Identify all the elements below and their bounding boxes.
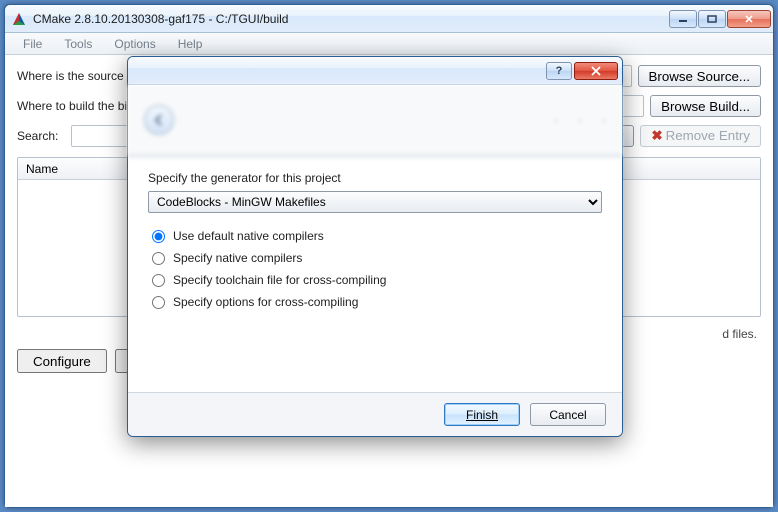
generator-select[interactable]: CodeBlocks - MinGW Makefiles (148, 191, 602, 213)
radio-native-compilers[interactable]: Specify native compilers (148, 247, 602, 269)
minimize-button[interactable] (669, 10, 697, 28)
radio-native-compilers-label: Specify native compilers (173, 251, 302, 265)
window-system-buttons (668, 10, 771, 28)
finish-button[interactable]: Finish (444, 403, 520, 426)
menu-file[interactable]: File (13, 35, 52, 53)
remove-entry-button: ✖ Remove Entry (640, 125, 761, 147)
dialog-titlebar[interactable]: ? (128, 57, 622, 85)
cmake-app-icon (11, 11, 27, 27)
browse-build-button[interactable]: Browse Build... (650, 95, 761, 117)
remove-entry-label: Remove Entry (666, 128, 750, 143)
back-icon[interactable] (144, 105, 174, 135)
menubar: File Tools Options Help (5, 33, 773, 55)
radio-cross-compile-options-input[interactable] (152, 296, 165, 309)
remove-x-icon: ✖ (651, 128, 662, 143)
radio-toolchain-file-label: Specify toolchain file for cross-compili… (173, 273, 386, 287)
dialog-body: Specify the generator for this project C… (128, 157, 622, 392)
menu-options[interactable]: Options (104, 35, 165, 53)
menu-tools[interactable]: Tools (54, 35, 102, 53)
maximize-button[interactable] (698, 10, 726, 28)
dialog-close-button[interactable] (574, 62, 618, 80)
dialog-footer: Finish Cancel (128, 392, 622, 436)
menu-help[interactable]: Help (168, 35, 213, 53)
generator-dialog: ? ··· Specify the generator for this pro… (127, 56, 623, 437)
browse-source-button[interactable]: Browse Source... (638, 65, 761, 87)
dialog-help-button[interactable]: ? (546, 62, 572, 80)
radio-cross-compile-options-label: Specify options for cross-compiling (173, 295, 358, 309)
radio-toolchain-file[interactable]: Specify toolchain file for cross-compili… (148, 269, 602, 291)
radio-default-compilers[interactable]: Use default native compilers (148, 225, 602, 247)
search-label: Search: (17, 129, 65, 143)
radio-default-compilers-label: Use default native compilers (173, 229, 324, 243)
radio-native-compilers-input[interactable] (152, 252, 165, 265)
close-button[interactable] (727, 10, 771, 28)
radio-cross-compile-options[interactable]: Specify options for cross-compiling (148, 291, 602, 313)
cancel-button[interactable]: Cancel (530, 403, 606, 426)
configure-button[interactable]: Configure (17, 349, 107, 373)
window-title: CMake 2.8.10.20130308-gaf175 - C:/TGUI/b… (33, 12, 668, 26)
radio-default-compilers-input[interactable] (152, 230, 165, 243)
generator-label: Specify the generator for this project (148, 171, 602, 185)
column-name: Name (26, 162, 58, 176)
dialog-header: ··· (128, 85, 622, 157)
titlebar[interactable]: CMake 2.8.10.20130308-gaf175 - C:/TGUI/b… (5, 5, 773, 33)
radio-toolchain-file-input[interactable] (152, 274, 165, 287)
